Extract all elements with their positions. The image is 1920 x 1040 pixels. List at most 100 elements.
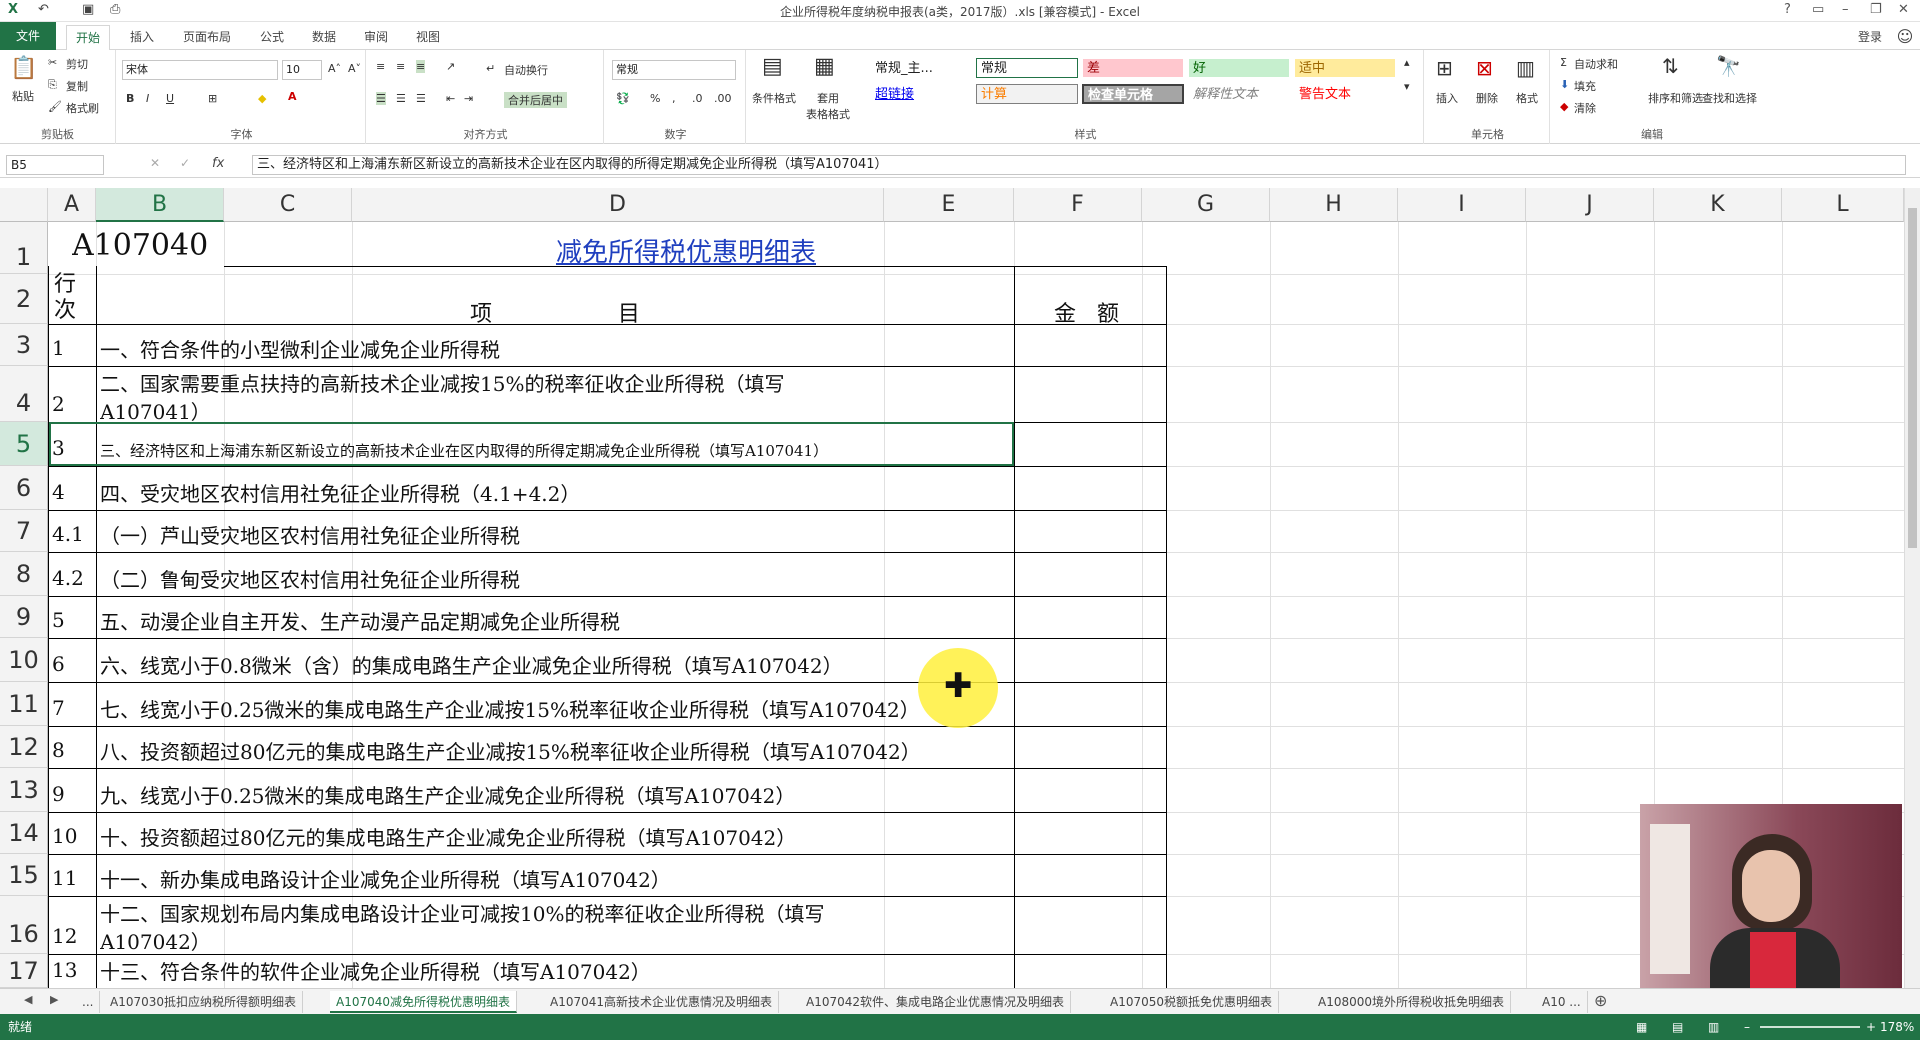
item-text[interactable]: （一）芦山受灾地区农村信用社免征企业所得税: [100, 520, 520, 549]
row-index[interactable]: 8: [52, 738, 65, 762]
tab-view[interactable]: 视图: [408, 26, 448, 48]
item-text[interactable]: 一、符合条件的小型微利企业减免企业所得税: [100, 334, 500, 363]
item-text[interactable]: 十二、国家规划布局内集成电路设计企业可减按10%的税率征收企业所得税（填写: [100, 898, 824, 927]
italic-button[interactable]: I: [146, 92, 149, 105]
tab-formulas[interactable]: 公式: [252, 26, 292, 48]
decrease-indent-icon[interactable]: ⇤: [446, 92, 455, 105]
sheet-tab[interactable]: A108000境外所得税收抵免明细表: [1312, 991, 1512, 1013]
column-header-g[interactable]: G: [1142, 188, 1270, 222]
column-header-b[interactable]: B: [96, 188, 224, 222]
item-text[interactable]: 十三、符合条件的软件企业减免企业所得税（填写A107042）: [100, 956, 651, 985]
cell-style-item[interactable]: 警告文本: [1294, 84, 1396, 104]
underline-button[interactable]: U: [166, 92, 174, 105]
align-center-icon[interactable]: ☰: [396, 92, 406, 105]
close-icon[interactable]: ✕: [1898, 2, 1909, 17]
column-header-l[interactable]: L: [1782, 188, 1904, 222]
font-color-icon[interactable]: A: [288, 90, 297, 103]
fill-button[interactable]: 填充: [1574, 78, 1596, 94]
row-index[interactable]: 9: [52, 782, 65, 806]
row-header[interactable]: 3: [0, 324, 48, 366]
enter-icon[interactable]: ✓: [180, 156, 190, 170]
merge-center-button[interactable]: 合并后居中: [504, 92, 567, 108]
font-size-select[interactable]: 10: [282, 60, 322, 80]
column-header-c[interactable]: C: [224, 188, 352, 222]
tab-review[interactable]: 审阅: [356, 26, 396, 48]
tab-home[interactable]: 开始: [66, 25, 110, 51]
item-text[interactable]: 六、线宽小于0.8微米（含）的集成电路生产企业减免企业所得税（填写A107042…: [100, 650, 843, 679]
fill-color-icon[interactable]: ◆: [258, 92, 266, 105]
item-text[interactable]: 二、国家需要重点扶持的高新技术企业减按15%的税率征收企业所得税（填写: [100, 368, 784, 397]
cell-style-item[interactable]: 计算: [976, 84, 1078, 104]
delete-cells-button[interactable]: 删除: [1476, 90, 1498, 106]
increase-indent-icon[interactable]: ⇥: [464, 92, 473, 105]
bold-button[interactable]: B: [126, 92, 134, 105]
cell-style-item[interactable]: 常规: [976, 58, 1078, 78]
row-index[interactable]: 4.2: [52, 566, 84, 590]
row-header[interactable]: 16: [0, 896, 48, 954]
wrap-text-button[interactable]: 自动换行: [504, 62, 548, 78]
item-text[interactable]: 七、线宽小于0.25微米的集成电路生产企业减按15%税率征收企业所得税（填写A1…: [100, 694, 920, 723]
row-header[interactable]: 13: [0, 768, 48, 812]
row-index[interactable]: 4: [52, 480, 65, 504]
row-header[interactable]: 2: [0, 274, 48, 324]
sheet-tab[interactable]: A107042软件、集成电路企业优惠情况及明细表: [800, 991, 1072, 1013]
cancel-icon[interactable]: ✕: [150, 156, 160, 170]
row-header[interactable]: 10: [0, 638, 48, 682]
page-layout-view-icon[interactable]: ▤: [1672, 1014, 1683, 1040]
paste-button[interactable]: 粘贴: [12, 88, 34, 104]
align-top-icon[interactable]: ≡: [376, 60, 385, 73]
zoom-out-icon[interactable]: –: [1744, 1014, 1750, 1040]
normal-view-icon[interactable]: ▦: [1636, 1014, 1647, 1040]
cell-style-item[interactable]: 检查单元格: [1082, 84, 1184, 104]
format-cells-button[interactable]: 格式: [1516, 90, 1538, 106]
sort-filter-button[interactable]: 排序和筛选: [1648, 90, 1703, 106]
row-index[interactable]: 4.1: [52, 522, 84, 546]
worksheet-grid[interactable]: ABCDEFGHIJKL 1 2 3 4 5 6 7 8 9 10 11 12 13 14 15 16 17 A…: [0, 188, 1904, 988]
row-header[interactable]: 5: [0, 422, 48, 466]
item-text[interactable]: （二）鲁甸受灾地区农村信用社免征企业所得税: [100, 564, 520, 593]
column-header-a[interactable]: A: [48, 188, 96, 222]
row-index[interactable]: 12: [52, 924, 77, 948]
row-header[interactable]: 4: [0, 366, 48, 422]
tab-page-layout[interactable]: 页面布局: [172, 26, 242, 48]
clear-button[interactable]: 清除: [1574, 100, 1596, 116]
sheet-tab[interactable]: A10 ...: [1536, 991, 1588, 1013]
cut-button[interactable]: 剪切: [66, 56, 88, 72]
form-code[interactable]: A107040: [72, 228, 208, 263]
cell-style-item[interactable]: 常规_主...: [870, 58, 972, 78]
sheet-tab[interactable]: A107030抵扣应纳税所得额明细表: [104, 991, 304, 1013]
row-header[interactable]: 6: [0, 466, 48, 510]
row-index[interactable]: 13: [52, 958, 77, 982]
row-index[interactable]: 10: [52, 824, 77, 848]
row-header[interactable]: 1: [0, 222, 48, 274]
column-header-j[interactable]: J: [1526, 188, 1654, 222]
font-name-select[interactable]: 宋体: [122, 60, 278, 80]
format-table-button[interactable]: 套用 表格格式: [806, 90, 850, 122]
gallery-up-icon[interactable]: ▴: [1404, 56, 1410, 69]
row-index[interactable]: 7: [52, 696, 65, 720]
zoom-level[interactable]: 178%: [1880, 1014, 1914, 1040]
row-header[interactable]: 7: [0, 510, 48, 552]
percent-button[interactable]: %: [650, 92, 660, 105]
align-right-icon[interactable]: ☰: [416, 92, 426, 105]
row-index[interactable]: 6: [52, 652, 65, 676]
ribbon-display-icon[interactable]: ▭: [1812, 2, 1824, 17]
tab-file[interactable]: 文件: [0, 22, 56, 50]
item-text[interactable]: 十、投资额超过80亿元的集成电路生产企业减免企业所得税（填写A107042）: [100, 822, 796, 851]
column-header-i[interactable]: I: [1398, 188, 1526, 222]
tab-insert[interactable]: 插入: [120, 26, 164, 48]
align-middle-icon[interactable]: ≡: [396, 60, 405, 73]
column-header-h[interactable]: H: [1270, 188, 1398, 222]
column-header-k[interactable]: K: [1654, 188, 1782, 222]
header-row-number[interactable]: 行次: [54, 272, 80, 324]
cell-style-item[interactable]: 超链接: [870, 84, 972, 104]
name-box[interactable]: B5: [6, 155, 104, 175]
insert-function-icon[interactable]: fx: [212, 156, 224, 171]
cell-style-item[interactable]: 差: [1082, 58, 1184, 78]
cell-style-item[interactable]: 好: [1188, 58, 1290, 78]
font-shrink-icon[interactable]: A˅: [348, 62, 361, 75]
restore-icon[interactable]: ❐: [1870, 2, 1882, 17]
accounting-format-icon[interactable]: 💱: [616, 92, 630, 105]
sheet-tab[interactable]: ...: [76, 991, 101, 1013]
add-sheet-icon[interactable]: ⊕: [1594, 991, 1607, 1010]
